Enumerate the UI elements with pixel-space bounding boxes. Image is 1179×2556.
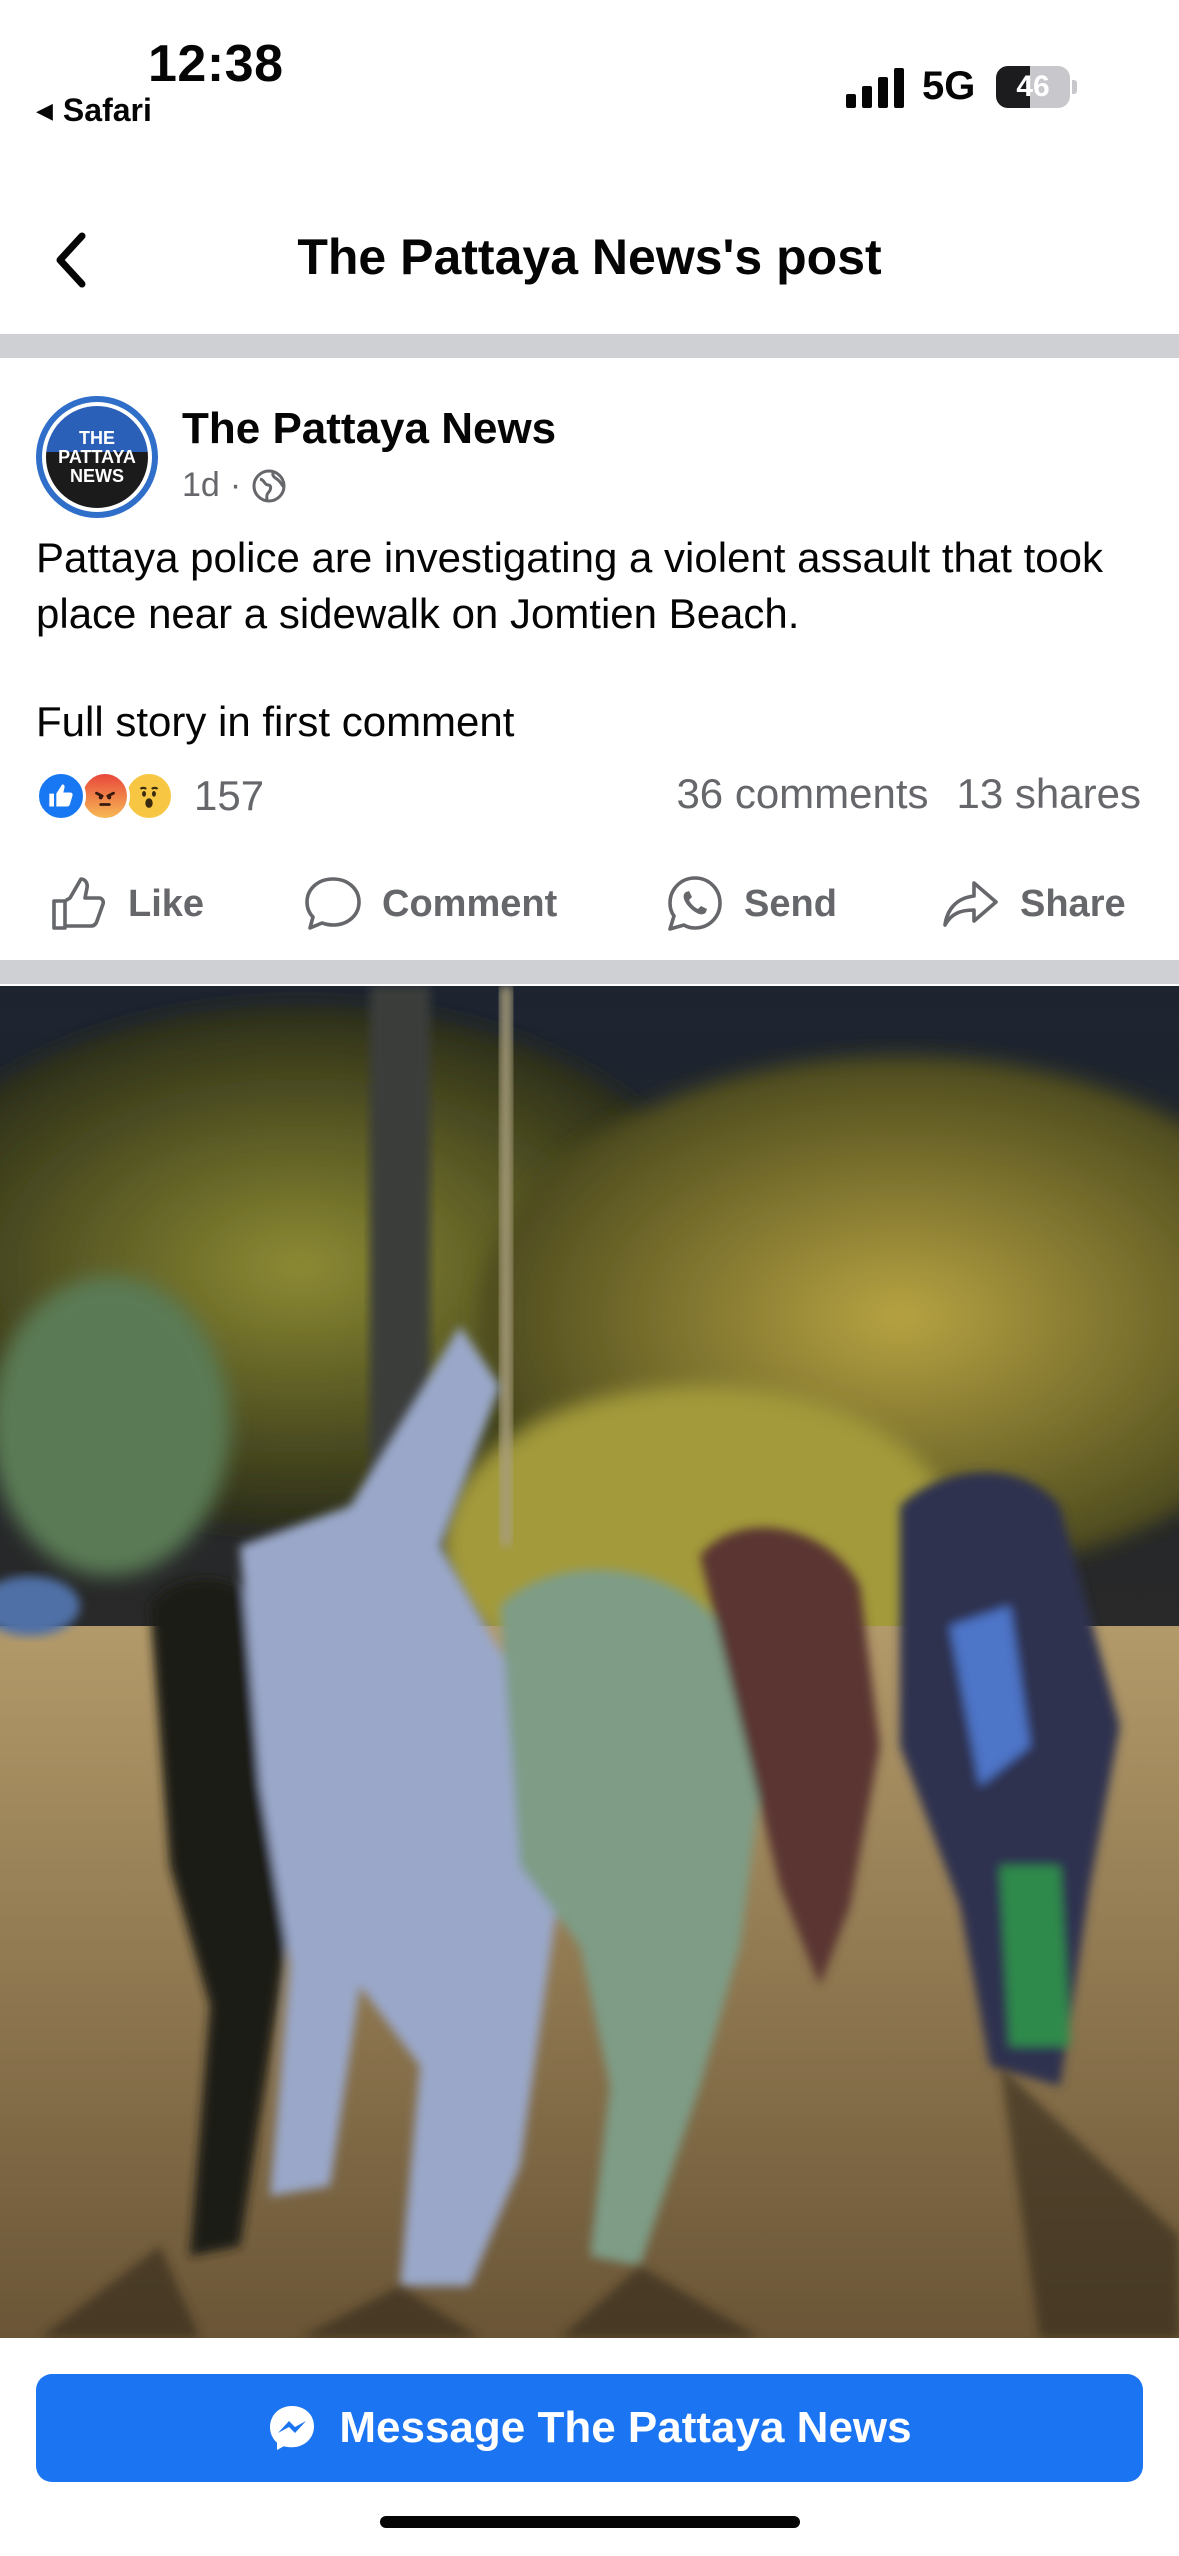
back-to-safari-link[interactable]: ◀ Safari (36, 92, 152, 129)
comment-label: Comment (382, 882, 558, 925)
share-label: Share (1020, 882, 1126, 925)
section-divider (0, 334, 1179, 358)
avatar-text-1: THE (79, 427, 115, 448)
globe-icon (252, 469, 286, 502)
reaction-count: 157 (194, 772, 265, 819)
messenger-icon (270, 2406, 315, 2450)
reactions-summary[interactable]: 157 (36, 768, 264, 824)
whatsapp-icon (668, 876, 722, 931)
avatar-text-2: PATTAYA (58, 446, 136, 467)
comment-button[interactable]: Comment (302, 862, 557, 946)
status-time: 12:38 (148, 35, 284, 93)
wow-reaction-icon (124, 771, 174, 821)
battery-level: 46 (1016, 70, 1050, 103)
engagement-counts: 36 comments 13 shares (676, 770, 1141, 818)
send-label: Send (744, 882, 837, 925)
back-triangle-icon: ◀ (36, 97, 53, 123)
like-button[interactable]: Like (48, 862, 204, 946)
share-button[interactable]: Share (940, 862, 1126, 946)
angry-reaction-icon (80, 771, 130, 821)
page-title: The Pattaya News's post (297, 229, 882, 285)
post-text: Pattaya police are investigating a viole… (36, 530, 1146, 802)
like-reaction-icon (36, 771, 86, 821)
page-name-link[interactable]: The Pattaya News (182, 404, 556, 454)
status-bar: 12:38 ◀ Safari 5G 46 (0, 0, 1179, 150)
like-label: Like (128, 882, 205, 925)
post-age[interactable]: 1d (182, 466, 220, 505)
post-actions-bar: Like Comment Send Share (0, 862, 1179, 946)
network-type: 5G (922, 64, 976, 108)
post-text-paragraph: Full story in first comment (36, 698, 515, 745)
avatar-text-3: NEWS (70, 465, 124, 486)
shares-count-link[interactable]: 13 shares (957, 770, 1141, 818)
comment-bubble-icon (305, 877, 361, 930)
cellular-signal-icon (846, 68, 904, 108)
battery-icon: 46 (996, 66, 1077, 108)
back-app-label: Safari (62, 92, 152, 128)
page-avatar[interactable]: THE PATTAYA NEWS (36, 396, 158, 518)
home-indicator[interactable] (380, 2516, 800, 2528)
post-photo[interactable] (0, 986, 1179, 2338)
send-button[interactable]: Send (664, 862, 837, 946)
message-page-button[interactable]: Message The Pattaya News (36, 2374, 1143, 2482)
post-page: 12:38 ◀ Safari 5G 46 The Pattaya News's … (0, 0, 1179, 2556)
post-meta: 1d · (182, 466, 287, 505)
section-divider (0, 960, 1179, 984)
chevron-left-icon[interactable] (50, 228, 94, 292)
message-button-label: Message The Pattaya News (339, 2403, 912, 2452)
comments-count-link[interactable]: 36 comments (676, 770, 928, 818)
nav-header: The Pattaya News's post (0, 190, 1179, 330)
post-text-paragraph: Pattaya police are investigating a viole… (36, 534, 1103, 637)
thumbs-up-icon (52, 877, 106, 930)
meta-separator: · (229, 466, 242, 504)
share-arrow-icon (943, 881, 998, 927)
